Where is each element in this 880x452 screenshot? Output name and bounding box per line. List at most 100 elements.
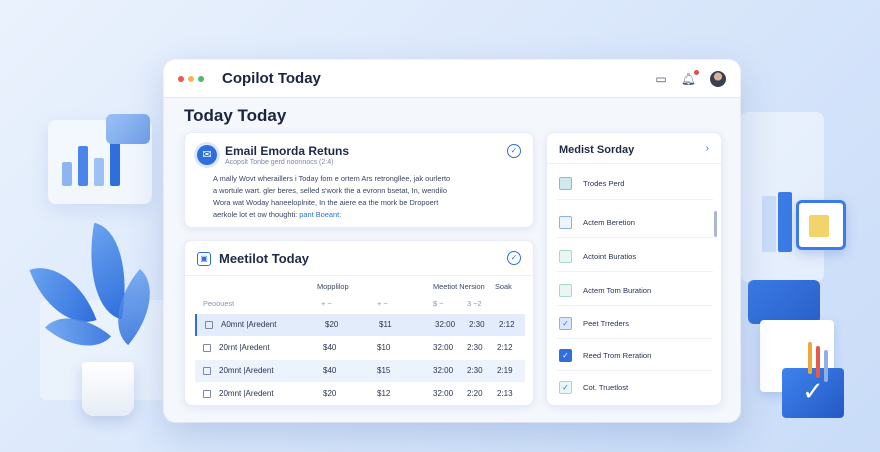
row-value: 2:12 (499, 320, 515, 329)
task-checkbox[interactable]: ✓ (559, 381, 572, 394)
row-value: 2:19 (497, 366, 513, 375)
task-checkbox[interactable] (559, 216, 572, 229)
email-card-title: Email Emorda Retuns (225, 144, 350, 158)
row-name: A0mnt |Aredent (221, 320, 277, 329)
task-item[interactable]: Actem Tom Buration (559, 284, 709, 298)
app-title: Copilot Today (222, 70, 321, 87)
notification-badge (694, 69, 699, 75)
row-value: 2:12 (497, 343, 513, 352)
divider (557, 305, 713, 306)
column-header: Mopplilop (317, 282, 349, 291)
table-row[interactable]: A0mnt |Aredent $20 $11 32:00 2:30 2:12 (195, 314, 525, 336)
task-label: Cot. Truetlost (583, 383, 629, 392)
avatar[interactable] (710, 70, 726, 87)
column-subheader: 3 −2 (467, 299, 482, 308)
row-checkbox[interactable] (203, 367, 211, 375)
task-label: Trodes Perd (583, 179, 625, 188)
row-value: $15 (377, 366, 391, 375)
app-window: Copilot Today ▭ 🔔︎ Today Today ✉ Email E… (164, 60, 740, 422)
row-value: $11 (379, 320, 392, 329)
calendar-icon: ▣ (197, 252, 211, 266)
task-label: Actem Tom Buration (583, 286, 652, 295)
row-value: 32:00 (435, 320, 456, 329)
divider (547, 163, 721, 164)
window-controls (178, 75, 204, 82)
row-value: 2:30 (467, 343, 483, 352)
row-checkbox[interactable] (203, 390, 211, 398)
page-title: Today Today (184, 106, 287, 125)
divider (557, 199, 713, 200)
task-checkbox[interactable]: ✓ (559, 349, 572, 362)
task-checkbox[interactable] (559, 284, 572, 297)
task-item[interactable]: Actem Beretion (559, 216, 709, 230)
row-value: 2:30 (469, 320, 485, 329)
row-value: 32:00 (433, 389, 454, 398)
plant-pot (82, 362, 134, 416)
column-subheader: + − (377, 299, 388, 308)
email-link[interactable]: pant Boeant: (299, 210, 341, 219)
maximize-window-button[interactable] (198, 75, 204, 82)
decorative-plant (29, 220, 171, 420)
meeting-card: ▣ Meetilot Today ✓ Mopplilop Meetiot Ner… (184, 240, 534, 406)
decorative-picture-frame (796, 200, 846, 250)
divider (557, 370, 713, 371)
table-row[interactable]: 20mnt |Aredent $40 $15 32:00 2:30 2:19 (195, 360, 525, 382)
row-value: 2:20 (467, 389, 483, 398)
task-checkbox[interactable] (559, 250, 572, 263)
task-checkbox[interactable]: ✓ (559, 317, 572, 330)
side-card-title: Medist Sorday (559, 144, 635, 156)
row-value: $10 (377, 343, 391, 352)
row-name: 20rnt |Aredent (219, 343, 270, 352)
task-item[interactable]: Trodes Perd (559, 177, 709, 191)
title-bar: Copilot Today ▭ 🔔︎ (164, 60, 740, 98)
decorative-chat-bubble (106, 114, 150, 144)
task-item[interactable]: ✓ Cot. Truetlost (559, 381, 709, 395)
pencil-cup-check-icon: ✓ (782, 342, 844, 418)
column-header: Meetiot Nersion (433, 282, 485, 291)
divider (557, 338, 713, 339)
column-header: Peoouest (203, 299, 235, 308)
chevron-right-icon[interactable]: › (706, 143, 709, 154)
row-name: 20mnt |Aredent (219, 366, 274, 375)
row-value: 2:30 (467, 366, 483, 375)
row-value: 32:00 (433, 343, 454, 352)
task-item[interactable]: ✓ Peet Trreders (559, 317, 709, 331)
close-window-button[interactable] (178, 75, 184, 82)
column-header: Soak (495, 282, 512, 291)
scrollbar[interactable] (714, 211, 717, 237)
row-value: $40 (323, 343, 337, 352)
email-card[interactable]: ✉ Email Emorda Retuns Acopslt Tonbe gerd… (184, 132, 534, 228)
row-name: 20mnt |Aredent (219, 389, 274, 398)
column-subheader: + − (321, 299, 332, 308)
task-label: Reed Trom Reration (583, 351, 652, 360)
task-item[interactable]: ✓ Reed Trom Reration (559, 349, 709, 363)
row-value: 32:00 (433, 366, 454, 375)
task-item[interactable]: Actoint Buratios (559, 250, 709, 264)
email-body: A mally Wovt wheraillers i Today fom e o… (213, 173, 463, 221)
row-value: $20 (323, 389, 337, 398)
email-line: A mally Wovt wheraillers i Today fom e o… (213, 174, 451, 183)
email-line: aerkole lot et ow thoughti (213, 210, 296, 219)
task-label: Actoint Buratios (583, 252, 637, 261)
row-value: $40 (323, 366, 337, 375)
bell-icon[interactable]: 🔔︎ (681, 69, 699, 86)
row-value: $20 (325, 320, 339, 329)
meeting-card-title: Meetilot Today (219, 251, 310, 266)
table-row[interactable]: 20mnt |Aredent $20 $12 32:00 2:20 2:13 (195, 383, 525, 405)
minimize-window-button[interactable] (188, 75, 194, 82)
task-checkbox[interactable] (559, 177, 572, 190)
task-label: Actem Beretion (583, 218, 635, 227)
divider (185, 275, 533, 276)
table-row[interactable]: 20rnt |Aredent $40 $10 32:00 2:30 2:12 (195, 337, 525, 359)
check-icon[interactable]: ✓ (507, 144, 521, 158)
row-checkbox[interactable] (203, 344, 211, 352)
check-icon[interactable]: ✓ (507, 251, 521, 265)
side-task-card: Medist Sorday › Trodes Perd Actem Bereti… (546, 132, 722, 406)
email-card-subtitle: Acopslt Tonbe gerd noonnocs (2:4) (225, 159, 334, 166)
decorative-shelf (748, 280, 820, 324)
row-checkbox[interactable] (205, 321, 213, 329)
row-value: $12 (377, 389, 391, 398)
divider (557, 271, 713, 272)
message-icon[interactable]: ▭ (655, 72, 666, 86)
divider (557, 237, 713, 238)
